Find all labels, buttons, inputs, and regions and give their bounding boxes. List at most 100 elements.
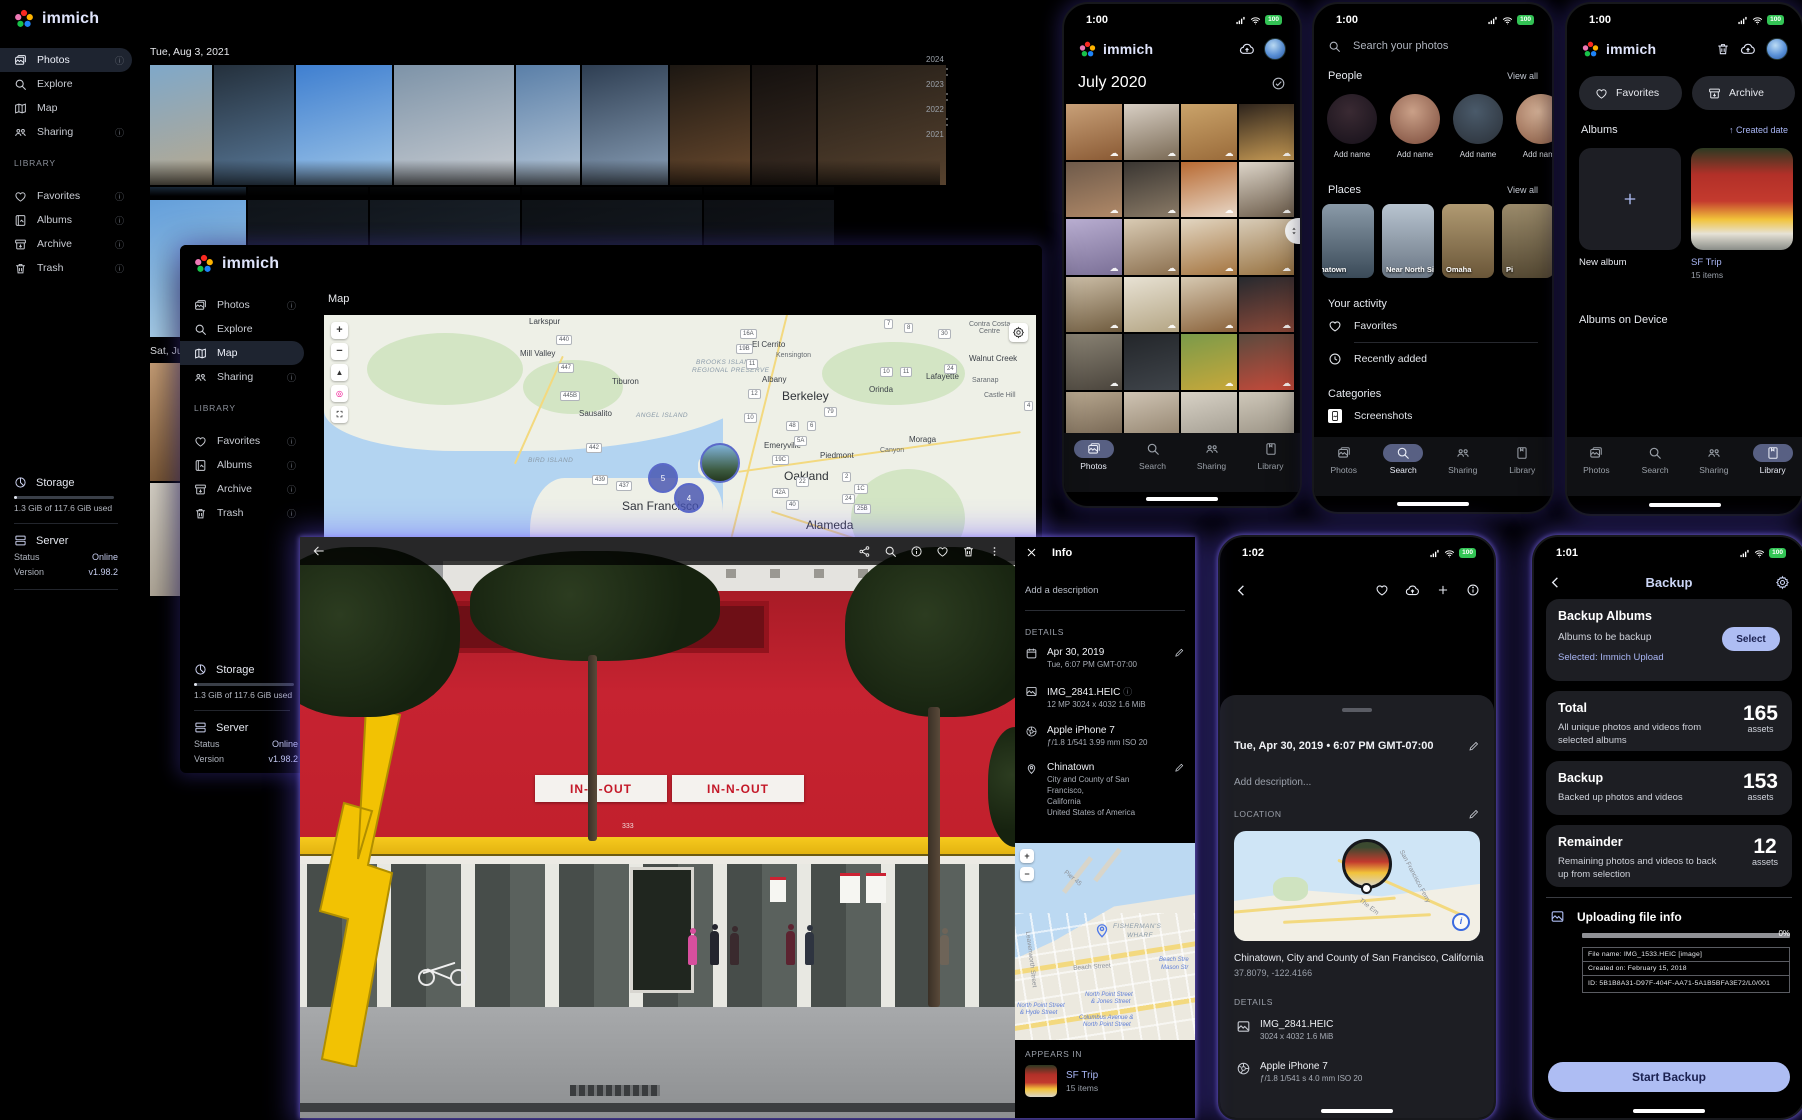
sheet-drag-handle[interactable] xyxy=(1342,708,1372,712)
user-avatar[interactable] xyxy=(1264,38,1286,60)
user-avatar[interactable] xyxy=(1766,38,1788,60)
home-indicator[interactable] xyxy=(1649,503,1721,507)
person-face[interactable]: Add name xyxy=(1515,94,1552,159)
photo-thumbnail[interactable]: ☁ xyxy=(1124,219,1180,275)
archive-button[interactable]: Archive xyxy=(1692,76,1795,110)
map-compass-button[interactable]: ▲ xyxy=(331,364,348,381)
location-map[interactable]: San Francisco FerryThe Em i xyxy=(1234,831,1480,941)
map-zoom-out-button[interactable]: − xyxy=(331,343,348,360)
photo-thumbnail[interactable]: ☁ xyxy=(1066,104,1122,160)
map-cluster-marker[interactable]: 4 xyxy=(674,483,704,513)
add-icon[interactable] xyxy=(1436,583,1450,597)
sidebar-item-albums[interactable]: Albumsⓘ xyxy=(0,208,132,232)
tab-search[interactable]: Search xyxy=(1377,444,1429,475)
immich-logo[interactable]: immich xyxy=(193,253,279,275)
description-input[interactable]: Add a description xyxy=(1015,559,1195,596)
map-zoom-in-button[interactable]: + xyxy=(331,322,348,339)
home-indicator[interactable] xyxy=(1633,1109,1705,1113)
person-face[interactable]: Add name xyxy=(1452,94,1504,159)
scrubber-year-label[interactable]: 2024 xyxy=(926,55,944,64)
photo-thumbnail[interactable]: ☁ xyxy=(1124,104,1180,160)
sidebar-item-explore[interactable]: Explore xyxy=(180,317,304,341)
info-icon[interactable]: ⓘ xyxy=(115,214,124,227)
back-icon[interactable] xyxy=(312,544,326,558)
backup-cloud-icon[interactable] xyxy=(1239,41,1255,57)
sidebar-item-trash[interactable]: Trashⓘ xyxy=(0,256,132,280)
info-icon[interactable]: ⓘ xyxy=(115,54,124,67)
info-icon[interactable] xyxy=(910,545,923,558)
edit-date-icon[interactable] xyxy=(1174,647,1185,658)
immich-logo[interactable]: immich xyxy=(13,8,99,30)
photo-thumbnail[interactable]: ☁ xyxy=(1066,162,1122,218)
sidebar-item-photos[interactable]: Photosⓘ xyxy=(0,48,132,72)
add-name-link[interactable]: Add name xyxy=(1460,150,1496,159)
photo-thumbnail[interactable]: ☁ xyxy=(1124,277,1180,333)
info-icon[interactable]: ⓘ xyxy=(115,262,124,275)
trash-icon[interactable] xyxy=(1716,42,1730,56)
favorite-icon[interactable] xyxy=(1375,583,1389,597)
photo-thumbnail[interactable]: ☁ xyxy=(1239,334,1295,390)
photo-thumbnail[interactable]: ☁ xyxy=(1239,162,1295,218)
photo-thumbnail[interactable]: ☁ xyxy=(1066,277,1122,333)
start-backup-button[interactable]: Start Backup xyxy=(1548,1062,1790,1092)
photo-thumbnail[interactable] xyxy=(1181,392,1237,439)
add-name-link[interactable]: Add name xyxy=(1397,150,1433,159)
photo-thumbnail[interactable]: ☁ xyxy=(1239,277,1295,333)
edit-date-icon[interactable] xyxy=(1468,740,1480,752)
tab-photos[interactable]: Photos xyxy=(1318,444,1370,475)
sidebar-item-trash[interactable]: Trashⓘ xyxy=(180,501,304,525)
sidebar-item-favorites[interactable]: Favoritesⓘ xyxy=(180,429,304,453)
delete-icon[interactable] xyxy=(962,545,975,558)
face-avatar[interactable] xyxy=(1390,94,1440,144)
person-face[interactable]: Add name xyxy=(1326,94,1378,159)
tab-photos[interactable]: Photos xyxy=(1068,440,1120,471)
map-zoom-out-button[interactable]: − xyxy=(1020,867,1034,881)
tab-library[interactable]: Library xyxy=(1245,440,1297,471)
tab-sharing[interactable]: Sharing xyxy=(1437,444,1489,475)
sidebar-item-archive[interactable]: Archiveⓘ xyxy=(0,232,132,256)
screenshots-row[interactable]: Screenshots xyxy=(1328,409,1412,423)
sort-created-date[interactable]: ↑ Created date xyxy=(1729,125,1788,135)
info-map[interactable]: Pier 45FISHERMAN'SWHARFBeach StreetBeach… xyxy=(1015,843,1195,1040)
sidebar-item-archive[interactable]: Archiveⓘ xyxy=(180,477,304,501)
photo-thumbnail[interactable] xyxy=(1124,334,1180,390)
photo-thumbnail[interactable]: ☁ xyxy=(1181,334,1237,390)
face-avatar[interactable] xyxy=(1327,94,1377,144)
place-tile[interactable]: Near North Side xyxy=(1382,204,1434,278)
map-location-button[interactable]: ◎ xyxy=(331,385,348,402)
place-tile[interactable]: Chinatown xyxy=(1322,204,1374,278)
photo-thumbnail[interactable] xyxy=(1124,392,1180,439)
photo-thumbnail[interactable] xyxy=(1066,392,1122,439)
tab-search[interactable]: Search xyxy=(1127,440,1179,471)
backup-cloud-icon[interactable] xyxy=(1740,41,1756,57)
map-cluster-marker[interactable]: 5 xyxy=(648,463,678,493)
sidebar-item-sharing[interactable]: Sharingⓘ xyxy=(0,120,132,144)
people-view-all-link[interactable]: View all xyxy=(1507,71,1538,81)
sidebar-item-map[interactable]: Map xyxy=(180,341,304,365)
map-zoom-in-button[interactable]: + xyxy=(1020,849,1034,863)
sidebar-item-favorites[interactable]: Favoritesⓘ xyxy=(0,184,132,208)
place-tile[interactable]: Omaha xyxy=(1442,204,1494,278)
photo-thumbnail[interactable]: ☁ xyxy=(1066,334,1122,390)
tab-library[interactable]: Library xyxy=(1496,444,1548,475)
scrubber-year-label[interactable]: 2023 xyxy=(926,80,944,89)
photo-thumbnail[interactable]: ☁ xyxy=(1239,104,1295,160)
info-icon[interactable]: ⓘ xyxy=(115,238,124,251)
photo-thumbnail[interactable]: ☁ xyxy=(1181,219,1237,275)
tab-search[interactable]: Search xyxy=(1629,444,1681,475)
appears-in-album[interactable]: SF Trip15 items xyxy=(1025,1065,1098,1097)
places-view-all-link[interactable]: View all xyxy=(1507,185,1538,195)
edit-location-icon[interactable] xyxy=(1174,762,1185,773)
map-info-icon[interactable]: i xyxy=(1452,913,1470,931)
home-indicator[interactable] xyxy=(1321,1109,1393,1113)
info-icon[interactable] xyxy=(1466,583,1480,597)
scrubber-year-label[interactable]: 2021 xyxy=(926,130,944,139)
map-settings-gear-icon[interactable] xyxy=(1009,323,1028,342)
add-name-link[interactable]: Add name xyxy=(1334,150,1370,159)
zoom-icon[interactable] xyxy=(884,545,897,558)
tab-photos[interactable]: Photos xyxy=(1570,444,1622,475)
search-input[interactable]: Search your photos xyxy=(1314,32,1552,60)
album-tile-sf-trip[interactable] xyxy=(1691,148,1793,250)
scrubber-year-label[interactable]: 2022 xyxy=(926,105,944,114)
info-icon[interactable]: ⓘ xyxy=(115,190,124,203)
